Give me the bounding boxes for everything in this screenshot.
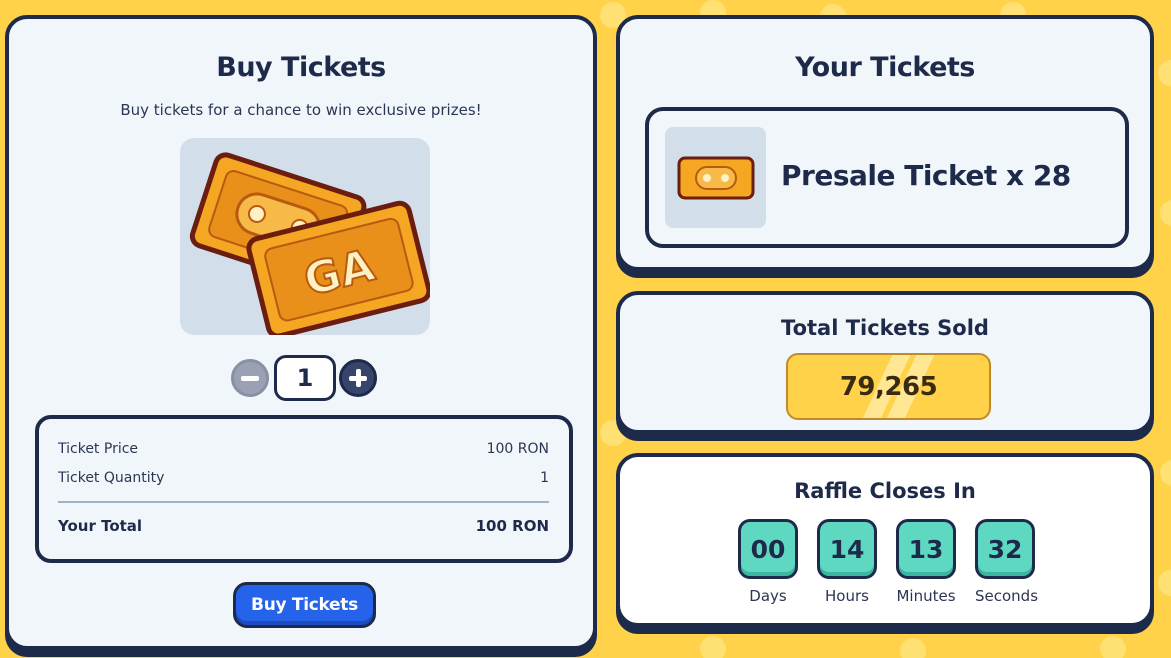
ticket-price-row: Ticket Price 100 RON: [58, 441, 549, 457]
countdown-minutes-label: Minutes: [896, 587, 956, 605]
your-tickets-title: Your Tickets: [795, 52, 975, 83]
presale-ticket-thumbnail: [665, 127, 766, 228]
increase-quantity-button[interactable]: [339, 359, 377, 397]
ticket-price-label: Ticket Price: [58, 441, 139, 457]
buy-tickets-panel: Buy Tickets Buy tickets for a chance to …: [5, 15, 597, 650]
countdown-days: 00 Days: [738, 519, 798, 605]
raffle-closes-title: Raffle Closes In: [794, 479, 976, 503]
plus-icon: [349, 369, 367, 387]
quantity-stepper: 1: [231, 354, 381, 402]
countdown-hours: 14 Hours: [817, 519, 877, 605]
decrease-quantity-button[interactable]: [231, 359, 269, 397]
total-value: 100 RON: [475, 517, 549, 535]
your-tickets-panel: Your Tickets Presale Ticket x 28: [616, 15, 1154, 271]
total-row: Your Total 100 RON: [58, 517, 549, 535]
buy-tickets-subtitle: Buy tickets for a chance to win exclusiv…: [120, 101, 482, 119]
countdown-seconds: 32 Seconds: [975, 519, 1039, 605]
countdown-seconds-value: 32: [975, 519, 1035, 579]
presale-ticket-count: Presale Ticket x 28: [781, 159, 1071, 192]
ticket-quantity-value: 1: [540, 470, 549, 486]
countdown-minutes-value: 13: [896, 519, 956, 579]
countdown-seconds-label: Seconds: [975, 587, 1039, 605]
total-tickets-sold-title: Total Tickets Sold: [781, 316, 989, 340]
total-tickets-sold-badge: 79,265: [786, 353, 991, 420]
minus-icon: [241, 375, 259, 381]
total-tickets-sold-panel: Total Tickets Sold 79,265: [616, 291, 1154, 434]
ticket-quantity-label: Ticket Quantity: [58, 470, 165, 486]
countdown-days-label: Days: [749, 587, 787, 605]
total-label: Your Total: [58, 517, 143, 535]
summary-divider: [58, 501, 549, 503]
ticket-price-value: 100 RON: [486, 441, 549, 457]
countdown-hours-value: 14: [817, 519, 877, 579]
buy-tickets-button[interactable]: Buy Tickets: [233, 582, 376, 628]
buy-tickets-title: Buy Tickets: [216, 52, 386, 83]
countdown-hours-label: Hours: [825, 587, 869, 605]
countdown-minutes: 13 Minutes: [896, 519, 956, 605]
raffle-countdown-panel: Raffle Closes In 00 Days 14 Hours 13 Min…: [616, 453, 1154, 627]
ticket-illustration: GA: [180, 138, 430, 335]
ticket-quantity-row: Ticket Quantity 1: [58, 470, 549, 486]
total-tickets-sold-value: 79,265: [839, 371, 938, 402]
presale-ticket-card: Presale Ticket x 28: [645, 107, 1129, 248]
quantity-input[interactable]: 1: [274, 355, 336, 401]
presale-ticket-icon: [677, 156, 754, 199]
countdown-days-value: 00: [738, 519, 798, 579]
order-summary: Ticket Price 100 RON Ticket Quantity 1 Y…: [35, 415, 573, 563]
